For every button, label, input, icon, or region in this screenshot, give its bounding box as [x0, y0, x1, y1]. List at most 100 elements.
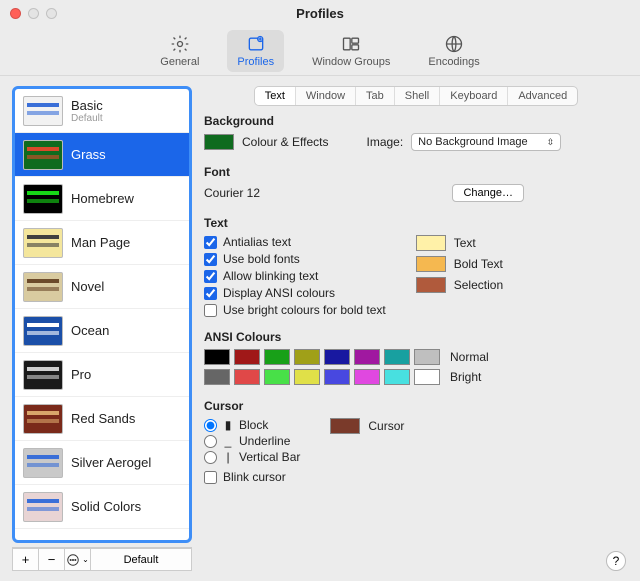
blinking-text-checkbox[interactable]: Allow blinking text [204, 269, 386, 283]
background-image-label: Image: [366, 135, 403, 149]
profile-name: Basic [71, 98, 103, 113]
profile-thumbnail [23, 228, 63, 258]
profile-item[interactable]: Man Page [15, 221, 189, 265]
main-panel: TextWindowTabShellKeyboardAdvanced Backg… [204, 86, 628, 571]
selection-color-well[interactable] [416, 277, 446, 293]
remove-profile-button[interactable]: − [38, 548, 64, 571]
cursor-block-radio[interactable]: ▮Block [204, 418, 300, 432]
ansi-color-well[interactable] [294, 369, 320, 385]
profile-item[interactable]: Pro [15, 353, 189, 397]
profile-tab[interactable]: Advanced [508, 87, 577, 105]
preferences-window: Profiles General Profiles Window Groups … [0, 0, 640, 581]
updown-icon: ⇳ [547, 137, 555, 148]
profile-thumbnail [23, 96, 63, 126]
toolbar-general[interactable]: General [150, 30, 209, 72]
ansi-color-well[interactable] [354, 349, 380, 365]
profile-thumbnail [23, 184, 63, 214]
help-button[interactable]: ? [606, 551, 626, 571]
profile-name: Pro [71, 367, 91, 382]
window-groups-icon [341, 34, 361, 54]
font-section: Font Courier 12 Change… [204, 165, 628, 206]
gear-icon [170, 34, 190, 54]
profile-thumbnail [23, 492, 63, 522]
ansi-color-well[interactable] [204, 349, 230, 365]
prefs-toolbar: General Profiles Window Groups Encodings [0, 26, 640, 76]
add-profile-button[interactable]: + [12, 548, 38, 571]
block-cursor-icon: ▮ [223, 418, 233, 432]
bold-fonts-checkbox[interactable]: Use bold fonts [204, 252, 386, 266]
titlebar: Profiles [0, 0, 640, 26]
blink-cursor-checkbox[interactable]: Blink cursor [204, 470, 300, 484]
background-heading: Background [204, 114, 628, 128]
profile-thumbnail [23, 140, 63, 170]
profile-name: Novel [71, 279, 104, 294]
globe-icon [444, 34, 464, 54]
sidebar-wrap: BasicDefaultGrassHomebrewMan PageNovelOc… [12, 86, 192, 571]
ansi-color-well[interactable] [264, 369, 290, 385]
profile-item[interactable]: Novel [15, 265, 189, 309]
ansi-color-well[interactable] [234, 369, 260, 385]
ansi-color-well[interactable] [234, 349, 260, 365]
profile-tabs: TextWindowTabShellKeyboardAdvanced [204, 86, 628, 106]
background-image-select[interactable]: No Background Image ⇳ [411, 133, 561, 151]
ansi-color-well[interactable] [324, 349, 350, 365]
bold-text-color-well[interactable] [416, 256, 446, 272]
profile-item[interactable]: Homebrew [15, 177, 189, 221]
background-color-label: Colour & Effects [242, 135, 328, 149]
sidebar-footer: + − ⌄ Default [12, 547, 192, 571]
profile-item[interactable]: Red Sands [15, 397, 189, 441]
profile-thumbnail [23, 316, 63, 346]
ansi-color-well[interactable] [414, 369, 440, 385]
toolbar-window-groups[interactable]: Window Groups [302, 30, 400, 72]
antialias-checkbox[interactable]: Antialias text [204, 235, 386, 249]
set-default-button[interactable]: Default [90, 548, 192, 571]
ansi-heading: ANSI Colours [204, 330, 628, 344]
cursor-color-well[interactable] [330, 418, 360, 434]
toolbar-encodings[interactable]: Encodings [418, 30, 489, 72]
profile-list[interactable]: BasicDefault Grass Homebrew Man Page Novel Oc… [12, 86, 192, 543]
profile-tab[interactable]: Shell [395, 87, 440, 105]
ansi-color-well[interactable] [414, 349, 440, 365]
ansi-color-well[interactable] [204, 369, 230, 385]
profile-name: Solid Colors [71, 499, 141, 514]
background-section: Background Colour & Effects Image: No Ba… [204, 114, 628, 155]
vertical-bar-cursor-icon: | [223, 450, 233, 464]
profile-tab[interactable]: Window [296, 87, 356, 105]
profile-tab[interactable]: Keyboard [440, 87, 508, 105]
profile-actions-menu[interactable]: ⌄ [64, 548, 90, 571]
change-font-button[interactable]: Change… [452, 184, 524, 202]
ansi-normal-row: Normal [204, 349, 628, 365]
profiles-icon [246, 34, 266, 54]
ellipsis-circle-icon [66, 553, 80, 567]
profile-item[interactable]: BasicDefault [15, 89, 189, 133]
background-color-well[interactable] [204, 134, 234, 150]
profile-tab[interactable]: Tab [356, 87, 395, 105]
text-color-well[interactable] [416, 235, 446, 251]
font-value: Courier 12 [204, 186, 260, 200]
profile-item[interactable]: Grass [15, 133, 189, 177]
ansi-color-well[interactable] [384, 369, 410, 385]
bright-bold-checkbox[interactable]: Use bright colours for bold text [204, 303, 386, 317]
profile-item[interactable]: Ocean [15, 309, 189, 353]
profile-thumbnail [23, 272, 63, 302]
profile-name: Silver Aerogel [71, 455, 151, 470]
text-heading: Text [204, 216, 628, 230]
ansi-color-well[interactable] [324, 369, 350, 385]
profile-tab[interactable]: Text [255, 87, 296, 105]
profile-name: Grass [71, 147, 106, 162]
ansi-color-well[interactable] [354, 369, 380, 385]
ansi-color-well[interactable] [264, 349, 290, 365]
cursor-section: Cursor ▮Block _Underline |Vertical Bar B… [204, 399, 628, 487]
profile-thumbnail [23, 360, 63, 390]
toolbar-profiles[interactable]: Profiles [227, 30, 284, 72]
profile-subtitle: Default [71, 113, 103, 124]
cursor-underline-radio[interactable]: _Underline [204, 434, 300, 448]
profile-item[interactable]: Solid Colors [15, 485, 189, 529]
cursor-vbar-radio[interactable]: |Vertical Bar [204, 450, 300, 464]
profile-name: Homebrew [71, 191, 134, 206]
underline-cursor-icon: _ [223, 434, 233, 448]
ansi-colours-checkbox[interactable]: Display ANSI colours [204, 286, 386, 300]
ansi-color-well[interactable] [294, 349, 320, 365]
profile-item[interactable]: Silver Aerogel [15, 441, 189, 485]
ansi-color-well[interactable] [384, 349, 410, 365]
